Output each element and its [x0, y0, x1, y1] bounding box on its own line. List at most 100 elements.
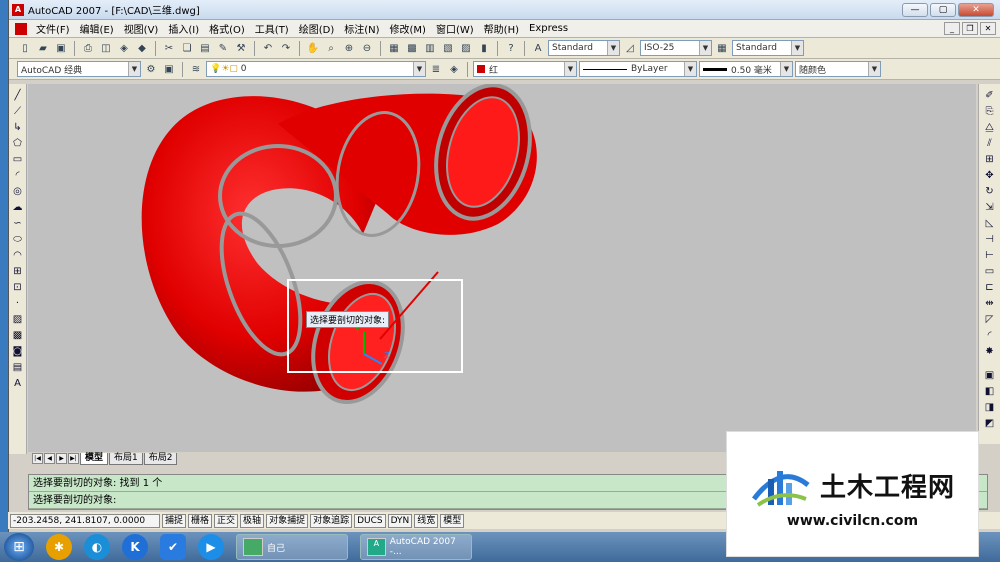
ortho-toggle[interactable]: 正交 — [214, 513, 239, 528]
dim-style-icon[interactable]: ◿ — [622, 40, 638, 56]
pinwheel-app-icon[interactable]: ✱ — [46, 534, 72, 560]
dim-style-select[interactable]: ISO-25 ▼ — [640, 40, 712, 56]
minimize-button[interactable]: — — [902, 2, 928, 17]
ducs-toggle[interactable]: DUCS — [354, 513, 386, 528]
preview-icon[interactable]: ◫ — [98, 40, 114, 56]
bring-to-front-icon[interactable]: ◩ — [982, 416, 998, 432]
arc-icon[interactable]: ◜ — [11, 168, 25, 184]
otrack-toggle[interactable]: 对象追踪 — [310, 513, 353, 528]
tab-model[interactable]: 模型 — [80, 452, 109, 465]
multiline-text-icon[interactable]: A — [11, 376, 25, 392]
region-icon[interactable]: ◙ — [11, 344, 25, 360]
point-icon[interactable]: · — [11, 296, 25, 312]
menu-view[interactable]: 视图(V) — [119, 21, 164, 36]
my-workspace-icon[interactable]: ▣ — [161, 61, 177, 77]
publish-icon[interactable]: ◈ — [116, 40, 132, 56]
lineweight-select[interactable]: 0.50 毫米 ▼ — [699, 61, 793, 77]
taskbar-item-photo[interactable]: 自己 — [236, 534, 348, 560]
last-tab-icon[interactable]: ▶| — [68, 453, 79, 464]
menu-modify[interactable]: 修改(M) — [385, 21, 431, 36]
table-style-select[interactable]: Standard ▼ — [732, 40, 804, 56]
redo-icon[interactable]: ↷ — [278, 40, 294, 56]
ellipse-icon[interactable]: ⬭ — [11, 232, 25, 248]
browser-app-icon[interactable]: ◐ — [84, 534, 110, 560]
start-button[interactable]: ⊞ — [4, 533, 34, 561]
properties-icon[interactable]: ▦ — [386, 40, 402, 56]
spline-icon[interactable]: ∽ — [11, 216, 25, 232]
menu-tools[interactable]: 工具(T) — [250, 21, 294, 36]
bring-above-icon[interactable]: ◧ — [982, 384, 998, 400]
dyn-toggle[interactable]: DYN — [387, 513, 413, 528]
doc-minimize-icon[interactable]: _ — [944, 22, 960, 35]
snap-toggle[interactable]: 捕捉 — [162, 513, 187, 528]
chamfer-icon[interactable]: ◸ — [982, 312, 998, 328]
pan-icon[interactable]: ✋ — [305, 40, 321, 56]
paste-icon[interactable]: ▤ — [197, 40, 213, 56]
move-icon[interactable]: ✥ — [982, 168, 998, 184]
grid-toggle[interactable]: 栅格 — [188, 513, 213, 528]
plotstyle-select[interactable]: 随颜色 ▼ — [795, 61, 881, 77]
insert-block-icon[interactable]: ⊞ — [11, 264, 25, 280]
offset-icon[interactable]: ⫽ — [982, 136, 998, 152]
layer-select[interactable]: 💡☀▢ 0 ▼ — [206, 61, 426, 77]
gradient-icon[interactable]: ▩ — [11, 328, 25, 344]
hatch-icon[interactable]: ▨ — [11, 312, 25, 328]
tab-layout2[interactable]: 布局2 — [143, 452, 178, 465]
first-tab-icon[interactable]: |◀ — [32, 453, 43, 464]
restore-button[interactable]: ▢ — [930, 2, 956, 17]
construction-line-icon[interactable]: ⟋ — [11, 104, 25, 120]
copy-object-icon[interactable]: ⎘ — [982, 104, 998, 120]
print-icon[interactable]: ⎙ — [80, 40, 96, 56]
stretch-icon[interactable]: ◺ — [982, 216, 998, 232]
menu-help[interactable]: 帮助(H) — [479, 21, 524, 36]
make-block-icon[interactable]: ⊡ — [11, 280, 25, 296]
design-center-icon[interactable]: ▩ — [404, 40, 420, 56]
doc-restore-icon[interactable]: ❐ — [962, 22, 978, 35]
next-tab-icon[interactable]: ▶ — [56, 453, 67, 464]
menu-window[interactable]: 窗口(W) — [431, 21, 479, 36]
copy-icon[interactable]: ❏ — [179, 40, 195, 56]
match-properties-icon[interactable]: ✎ — [215, 40, 231, 56]
osnap-toggle[interactable]: 对象捕捉 — [266, 513, 309, 528]
open-icon[interactable]: ▰ — [35, 40, 51, 56]
k-app-icon[interactable]: K — [122, 534, 148, 560]
menu-dimension[interactable]: 标注(N) — [339, 21, 384, 36]
menu-draw[interactable]: 绘图(D) — [294, 21, 340, 36]
make-current-layer-icon[interactable]: ≣ — [428, 61, 444, 77]
3d-dwf-icon[interactable]: ◆ — [134, 40, 150, 56]
block-editor-icon[interactable]: ⚒ — [233, 40, 249, 56]
layer-previous-icon[interactable]: ◈ — [446, 61, 462, 77]
table-icon[interactable]: ▤ — [11, 360, 25, 376]
zoom-realtime-icon[interactable]: ⌕ — [323, 40, 339, 56]
polygon-icon[interactable]: ⬠ — [11, 136, 25, 152]
tab-layout1[interactable]: 布局1 — [109, 452, 143, 465]
menu-insert[interactable]: 插入(I) — [163, 21, 204, 36]
lineweight-toggle[interactable]: 线宽 — [414, 513, 439, 528]
tool-palettes-icon[interactable]: ▥ — [422, 40, 438, 56]
break-at-point-icon[interactable]: ▭ — [982, 264, 998, 280]
workspace-select[interactable]: AutoCAD 经典 ▼ — [17, 61, 141, 77]
shield-app-icon[interactable]: ✔ — [160, 534, 186, 560]
erase-icon[interactable]: ✐ — [982, 88, 998, 104]
taskbar-item-autocad[interactable]: A AutoCAD 2007 -... — [360, 534, 472, 560]
send-under-icon[interactable]: ◨ — [982, 400, 998, 416]
polar-toggle[interactable]: 极轴 — [240, 513, 265, 528]
menu-edit[interactable]: 编辑(E) — [75, 21, 119, 36]
save-icon[interactable]: ▣ — [53, 40, 69, 56]
menu-express[interactable]: Express — [524, 23, 573, 34]
explode-icon[interactable]: ✸ — [982, 344, 998, 360]
document-icon[interactable] — [15, 22, 27, 35]
markup-icon[interactable]: ▨ — [458, 40, 474, 56]
help-icon[interactable]: ? — [503, 40, 519, 56]
linetype-select[interactable]: ByLayer ▼ — [579, 61, 697, 77]
sheet-set-icon[interactable]: ▧ — [440, 40, 456, 56]
rectangle-icon[interactable]: ▭ — [11, 152, 25, 168]
draw-order-icon[interactable]: ▣ — [982, 368, 998, 384]
zoom-previous-icon[interactable]: ⊖ — [359, 40, 375, 56]
table-style-icon[interactable]: ▦ — [714, 40, 730, 56]
drawing-canvas[interactable]: Z Y 选择要剖切的对象: — [28, 84, 976, 452]
trim-icon[interactable]: ⊣ — [982, 232, 998, 248]
new-icon[interactable]: ▯ — [17, 40, 33, 56]
color-select[interactable]: 红 ▼ — [473, 61, 577, 77]
extend-icon[interactable]: ⊢ — [982, 248, 998, 264]
